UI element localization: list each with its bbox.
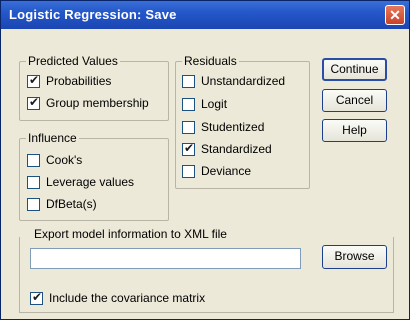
covariance-option[interactable]: Include the covariance matrix: [30, 290, 206, 305]
close-icon: ✕: [389, 7, 401, 23]
logit-label: Logit: [201, 97, 228, 111]
deviance-option[interactable]: Deviance: [182, 164, 251, 178]
logit-option[interactable]: Logit: [182, 97, 227, 111]
probabilities-option[interactable]: Probabilities: [27, 73, 112, 88]
continue-button[interactable]: Continue: [322, 58, 387, 81]
dfbeta-label: DfBeta(s): [46, 197, 97, 211]
help-button[interactable]: Help: [322, 119, 387, 142]
group-membership-option[interactable]: Group membership: [27, 95, 149, 110]
title-bar[interactable]: Logistic Regression: Save ✕: [1, 1, 409, 29]
leverage-values-checkbox[interactable]: [27, 175, 40, 189]
predicted-values-group: Predicted Values: [19, 54, 169, 121]
cooks-checkbox[interactable]: [27, 153, 40, 167]
unstandardized-label: Unstandardized: [201, 74, 286, 88]
cooks-option[interactable]: Cook's: [27, 153, 82, 167]
unstandardized-option[interactable]: Unstandardized: [182, 74, 285, 88]
deviance-checkbox[interactable]: [182, 164, 195, 178]
browse-button[interactable]: Browse: [322, 245, 387, 269]
covariance-label: Include the covariance matrix: [49, 291, 206, 305]
unstandardized-checkbox[interactable]: [182, 74, 195, 88]
dfbeta-option[interactable]: DfBeta(s): [27, 197, 97, 211]
dfbeta-checkbox[interactable]: [27, 197, 40, 211]
cooks-label: Cook's: [46, 153, 83, 167]
standardized-label: Standardized: [201, 142, 272, 156]
leverage-values-option[interactable]: Leverage values: [27, 175, 134, 189]
probabilities-label: Probabilities: [46, 74, 112, 88]
studentized-checkbox[interactable]: [182, 120, 195, 134]
dialog-window: Logistic Regression: Save ✕ Predicted Va…: [0, 0, 410, 320]
studentized-label: Studentized: [201, 120, 265, 134]
probabilities-checkbox[interactable]: [27, 73, 40, 88]
influence-label: Influence: [26, 131, 79, 145]
standardized-checkbox[interactable]: [182, 141, 195, 156]
standardized-option[interactable]: Standardized: [182, 141, 272, 156]
residuals-label: Residuals: [182, 54, 239, 68]
leverage-values-label: Leverage values: [46, 175, 135, 189]
close-button[interactable]: ✕: [385, 5, 405, 25]
studentized-option[interactable]: Studentized: [182, 120, 264, 134]
predicted-values-label: Predicted Values: [26, 54, 120, 68]
covariance-checkbox[interactable]: [30, 290, 43, 305]
cancel-button[interactable]: Cancel: [322, 89, 387, 112]
deviance-label: Deviance: [201, 164, 252, 178]
group-membership-checkbox[interactable]: [27, 95, 40, 110]
group-membership-label: Group membership: [46, 96, 149, 110]
dialog-title: Logistic Regression: Save: [9, 7, 177, 22]
xml-file-input[interactable]: [30, 248, 301, 269]
xml-export-label: Export model information to XML file: [34, 227, 227, 241]
logit-checkbox[interactable]: [182, 97, 195, 111]
